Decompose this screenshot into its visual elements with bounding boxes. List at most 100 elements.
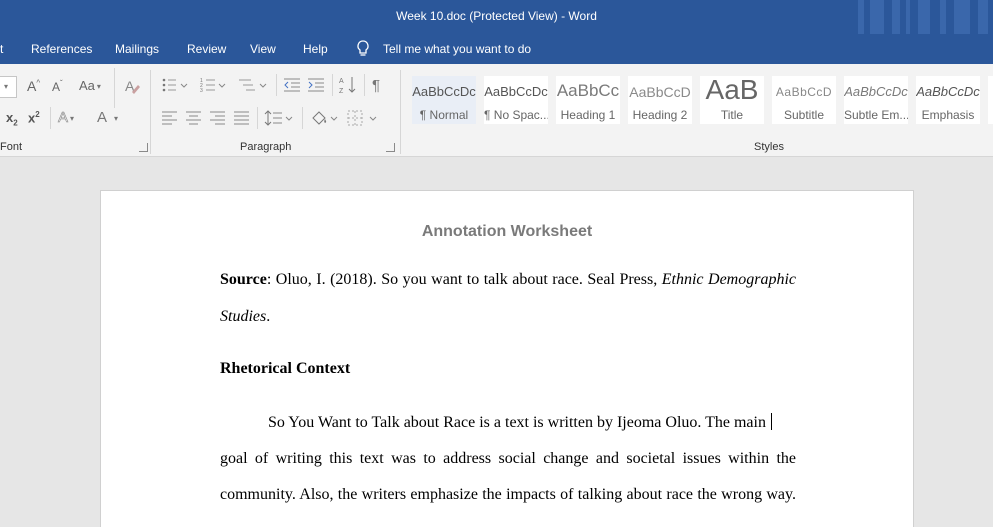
tab-mailings[interactable]: Mailings: [115, 42, 159, 56]
paragraph-divider: [257, 107, 258, 129]
paragraph-divider: [302, 107, 303, 129]
style-sample: AaBbCc: [556, 81, 620, 100]
numbering-icon[interactable]: 123: [200, 78, 228, 92]
source-label: Source: [220, 271, 267, 288]
justify-icon[interactable]: [234, 111, 250, 125]
style-sample: AaBbCcDc: [916, 84, 980, 99]
subscript-button[interactable]: x2: [6, 110, 18, 128]
tab-references[interactable]: References: [31, 42, 92, 56]
style-gallery-overflow[interactable]: [988, 76, 993, 124]
style-sample: AaBbCcDc: [484, 84, 548, 99]
style-name: ¶ No Spac...: [484, 108, 548, 122]
shrink-font-button[interactable]: Aˇ: [52, 79, 63, 94]
chevron-down-icon: ▾: [70, 113, 75, 123]
source-line-continued: Studies.: [220, 308, 796, 326]
title-bar-decoration: [892, 0, 900, 34]
title-bar-decoration: [918, 0, 930, 34]
text-cursor: [770, 413, 772, 430]
grow-font-button[interactable]: A^: [27, 78, 40, 94]
styles-group-label: Styles: [754, 141, 784, 153]
font-color-label: A: [97, 109, 108, 126]
tab-view[interactable]: View: [250, 42, 276, 56]
style-name: Subtle Em...: [844, 108, 908, 122]
style-no-spacing[interactable]: AaBbCcDc ¶ No Spac...: [484, 76, 548, 124]
title-bar-decoration: [940, 0, 946, 34]
ribbon-tab-bar: t References Mailings Review View Help T…: [0, 34, 993, 64]
align-center-icon[interactable]: [186, 111, 202, 125]
chevron-down-icon: ▾: [4, 82, 9, 91]
style-name: Title: [720, 108, 744, 122]
section-heading: Rhetorical Context: [220, 360, 351, 377]
superscript-button[interactable]: x2: [28, 110, 40, 125]
group-separator: [400, 70, 401, 154]
font-divider: [50, 107, 51, 129]
multilevel-list-icon[interactable]: [239, 78, 269, 92]
title-bar-decoration: [858, 0, 864, 34]
style-name: Subtitle: [783, 108, 825, 122]
text-effects-label: A: [58, 109, 69, 127]
document-title: Annotation Worksheet: [421, 223, 593, 240]
style-subtitle[interactable]: AaBbCcD Subtitle: [772, 76, 836, 124]
paragraph-line: community. Also, the writers emphasize t…: [220, 486, 796, 503]
sort-icon[interactable]: AZ: [339, 75, 357, 95]
source-line: Source: Oluo, I. (2018). So you want to …: [220, 271, 796, 289]
title-bar-decoration: [906, 0, 910, 34]
document-page[interactable]: Annotation Worksheet Source: Oluo, I. (2…: [100, 190, 914, 527]
ribbon: ▾ A^ Aˇ Aa ▾ A x2 x2 A ▾ A ▾ Font 123 AZ ¶: [0, 64, 993, 157]
font-dialog-launcher-icon[interactable]: [139, 143, 148, 152]
show-formatting-marks-button[interactable]: ¶: [372, 77, 380, 94]
bullets-icon[interactable]: [162, 78, 190, 92]
style-name: ¶ Normal: [419, 108, 469, 122]
lightbulb-icon[interactable]: [355, 39, 371, 59]
document-canvas[interactable]: Annotation Worksheet Source: Oluo, I. (2…: [0, 157, 993, 527]
style-sample: AaBbCcDc: [412, 84, 476, 99]
clear-formatting-icon[interactable]: A: [123, 77, 141, 95]
style-name: Heading 2: [632, 108, 688, 122]
svg-text:Z: Z: [339, 88, 344, 95]
style-sample: AaBbCcD: [629, 84, 691, 100]
font-color-button[interactable]: A ▾: [97, 109, 118, 126]
shrink-font-label: A: [52, 80, 61, 94]
source-journal: Ethnic Demographic: [661, 271, 797, 288]
source-journal-continued: Studies: [220, 308, 267, 325]
tab-review[interactable]: Review: [187, 42, 226, 56]
style-heading-1[interactable]: AaBbCc Heading 1: [556, 76, 620, 124]
subscript-mark: 2: [13, 118, 18, 128]
paragraph-divider: [276, 74, 277, 96]
title-bar-decoration: [870, 0, 884, 34]
borders-icon[interactable]: [347, 109, 379, 127]
align-right-icon[interactable]: [210, 111, 226, 125]
grow-font-label: A: [27, 78, 37, 94]
style-sample: AaB: [705, 76, 759, 105]
font-size-dropdown[interactable]: ▾: [0, 76, 17, 98]
increase-indent-icon[interactable]: [307, 77, 325, 93]
paragraph-divider: [332, 74, 333, 96]
superscript-mark: 2: [35, 110, 40, 119]
chevron-down-icon: ▾: [96, 82, 101, 92]
paragraph-divider: [364, 74, 365, 96]
align-left-icon[interactable]: [162, 111, 178, 125]
shading-icon[interactable]: [310, 109, 340, 127]
source-end: .: [266, 308, 271, 325]
paragraph-line: So You Want to Talk about Race is a text…: [220, 413, 796, 432]
style-emphasis[interactable]: AaBbCcDc Emphasis: [916, 76, 980, 124]
paragraph-dialog-launcher-icon[interactable]: [386, 143, 395, 152]
svg-text:A: A: [339, 78, 344, 85]
style-title[interactable]: AaB Title: [700, 76, 764, 124]
style-sample: AaBbCcDc: [844, 84, 908, 99]
title-bar-decoration: [978, 0, 988, 34]
style-heading-2[interactable]: AaBbCcD Heading 2: [628, 76, 692, 124]
font-group-label: Font: [0, 141, 23, 153]
tab-help[interactable]: Help: [303, 42, 328, 56]
style-subtle-emphasis[interactable]: AaBbCcDc Subtle Em...: [844, 76, 908, 124]
line-spacing-icon[interactable]: [264, 109, 294, 127]
tell-me-search[interactable]: Tell me what you want to do: [383, 42, 531, 56]
style-name: Emphasis: [921, 108, 975, 122]
style-normal[interactable]: AaBbCcDc ¶ Normal: [412, 76, 476, 124]
tab-layout[interactable]: t: [0, 42, 3, 56]
text-effects-button[interactable]: A ▾: [58, 109, 75, 127]
paragraph-line: goal of writing this text was to address…: [220, 450, 796, 467]
change-case-button[interactable]: Aa ▾: [79, 78, 101, 93]
title-bar-decoration: [954, 0, 970, 34]
decrease-indent-icon[interactable]: [283, 77, 301, 93]
